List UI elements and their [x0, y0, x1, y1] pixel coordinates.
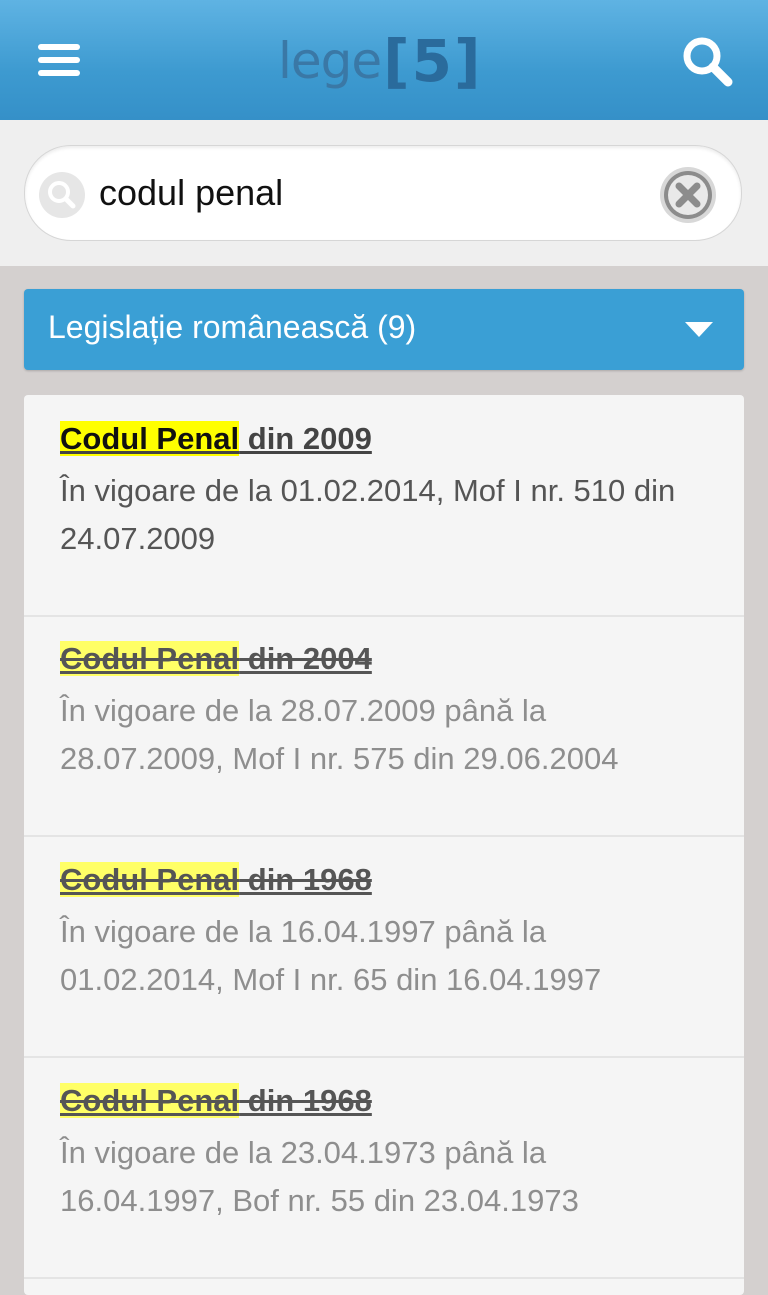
- result-description: În vigoare de la 16.04.1997 până la 01.0…: [60, 914, 602, 997]
- title-rest: din 2004: [239, 641, 372, 676]
- result-description: În vigoare de la 23.04.1973 până la 16.0…: [60, 1135, 579, 1218]
- category-label: Legislație românească (9): [48, 309, 417, 345]
- result-title[interactable]: Codul Penal din 1968: [60, 1083, 372, 1119]
- title-rest: din 1968: [239, 1083, 372, 1118]
- menu-button[interactable]: [36, 40, 84, 80]
- result-title[interactable]: Codul Penal din 1968: [60, 862, 372, 898]
- result-title[interactable]: Codul Penal din 2009: [60, 421, 372, 457]
- result-description: În vigoare de la 01.02.2014, Mof I nr. 5…: [60, 473, 676, 556]
- logo-number: [5]: [383, 27, 483, 95]
- search-button[interactable]: [680, 34, 736, 88]
- result-item[interactable]: Codul Penal din 1968 În vigoare de la 16…: [24, 836, 744, 1058]
- search-box: [24, 145, 742, 241]
- chevron-down-icon: [685, 322, 713, 337]
- category-dropdown[interactable]: Legislație românească (9): [24, 289, 744, 370]
- results-list: Codul Penal din 2009 În vigoare de la 01…: [24, 395, 744, 1295]
- logo-word: lege: [278, 32, 382, 90]
- result-item[interactable]: Codul Penal din 1968 În vigoare de la 23…: [24, 1057, 744, 1279]
- title-highlight: Codul Penal: [60, 862, 240, 897]
- title-highlight: Codul Penal: [60, 421, 240, 456]
- top-bar: lege [5]: [0, 0, 768, 120]
- title-highlight: Codul Penal: [60, 641, 240, 676]
- result-item[interactable]: Codul Penal din 2004 În vigoare de la 28…: [24, 615, 744, 837]
- hamburger-icon: [38, 44, 80, 50]
- search-bar: [0, 120, 768, 266]
- search-input[interactable]: [99, 170, 639, 216]
- search-field-icon: [39, 172, 85, 218]
- clear-icon[interactable]: [658, 165, 718, 225]
- title-rest: din 2009: [239, 421, 372, 456]
- search-icon: [683, 37, 733, 87]
- result-description: În vigoare de la 28.07.2009 până la 28.0…: [60, 693, 619, 776]
- result-title[interactable]: Codul Penal din 2004: [60, 641, 372, 677]
- title-highlight: Codul Penal: [60, 1083, 240, 1118]
- result-item[interactable]: Codul Penal din 2009 În vigoare de la 01…: [24, 395, 744, 617]
- title-rest: din 1968: [239, 862, 372, 897]
- app-logo: lege [5]: [278, 26, 483, 96]
